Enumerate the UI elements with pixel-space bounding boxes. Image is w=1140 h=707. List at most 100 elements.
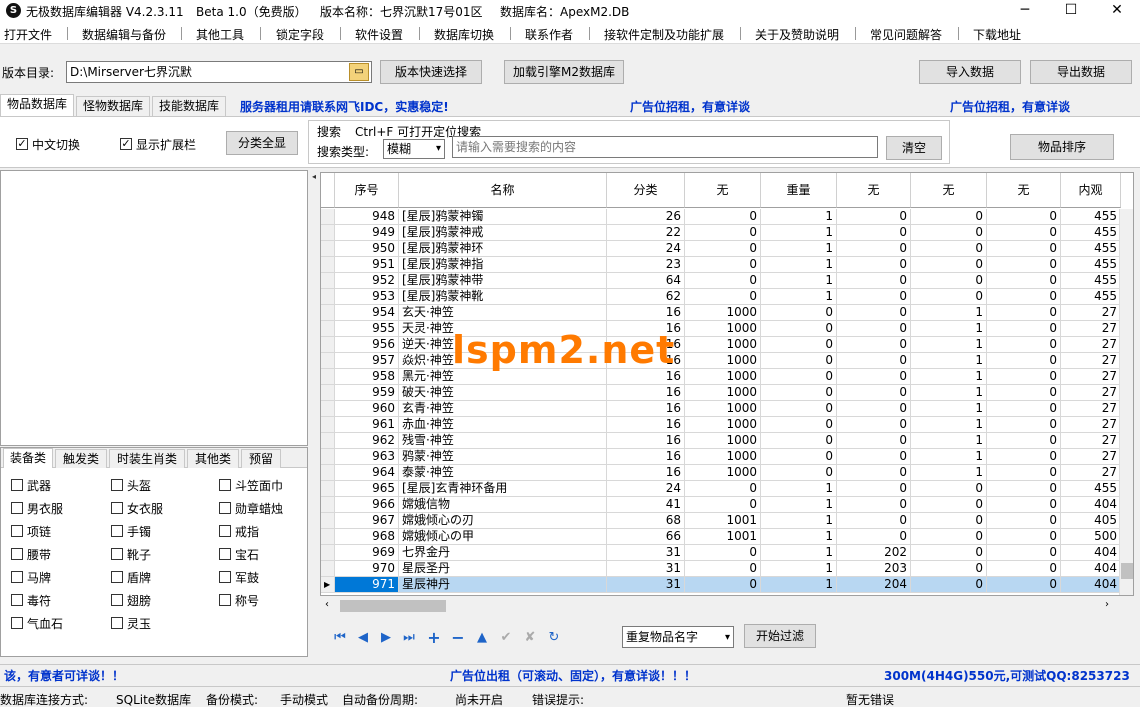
grid-cell[interactable]: 0 [837,369,911,385]
selected-row-cell[interactable]: 1 [761,577,837,593]
grid-cell[interactable]: 0 [837,353,911,369]
grid-cell[interactable]: 951 [335,257,399,273]
grid-cell[interactable]: 1 [911,305,987,321]
grid-column-header[interactable]: 名称 [399,173,607,208]
grid-cell[interactable]: 27 [1061,465,1121,481]
grid-cell[interactable]: 967 [335,513,399,529]
scroll-left-icon[interactable]: ‹ [325,599,329,610]
menu-lock-fields[interactable]: 锁定字段 [276,26,324,43]
grid-column-header[interactable]: 无 [837,173,911,208]
grid-cell[interactable]: 0 [837,481,911,497]
grid-cell[interactable]: 1 [761,561,837,577]
menu-db-switch[interactable]: 数据库切换 [434,26,494,43]
insert-record-icon[interactable]: + [426,630,442,646]
grid-cell[interactable]: 68 [607,513,685,529]
category-checkbox[interactable] [219,502,231,514]
row-indicator[interactable] [321,273,335,289]
grid-cell[interactable]: 0 [761,369,837,385]
item-data-grid[interactable]: 序号 名称 分类无重量无无无内观 948 [星辰]鸦蒙神镯 26 0 1 0 0 0 455 949[… [320,172,1134,596]
category-checkbox[interactable] [219,571,231,583]
grid-cell[interactable]: 1 [761,513,837,529]
grid-cell[interactable]: [星辰]鸦蒙神戒 [399,225,607,241]
grid-cell[interactable]: 0 [685,481,761,497]
grid-cell[interactable]: 0 [987,321,1061,337]
selected-row-cell[interactable]: 204 [837,577,911,593]
grid-cell[interactable]: 500 [1061,529,1121,545]
scroll-right-icon[interactable]: › [1105,599,1109,610]
grid-cell[interactable]: 0 [837,273,911,289]
tab-fashion[interactable]: 时装生肖类 [109,449,185,468]
grid-cell[interactable]: 64 [607,273,685,289]
row-indicator[interactable] [321,353,335,369]
grid-cell[interactable]: 961 [335,417,399,433]
grid-cell[interactable]: 0 [911,209,987,225]
grid-cell[interactable]: 嫦娥倾心の刃 [399,513,607,529]
first-record-icon[interactable]: ⏮ [332,630,348,646]
grid-cell[interactable]: 0 [837,289,911,305]
grid-cell[interactable]: 1000 [685,401,761,417]
menu-open-file[interactable]: 打开文件 [4,26,52,43]
grid-cell[interactable]: 赤血·神笠 [399,417,607,433]
category-checkbox[interactable] [11,548,23,560]
grid-cell[interactable]: 405 [1061,513,1121,529]
grid-cell[interactable]: 0 [987,481,1061,497]
menu-customize[interactable]: 接软件定制及功能扩展 [604,26,724,43]
close-button[interactable]: ✕ [1094,0,1140,22]
tab-reserved[interactable]: 预留 [241,449,281,468]
grid-cell[interactable]: 16 [607,465,685,481]
grid-cell[interactable]: [星辰]鸦蒙神环 [399,241,607,257]
tab-item-db[interactable]: 物品数据库 [0,94,74,116]
grid-cell[interactable]: 0 [911,561,987,577]
grid-cell[interactable]: 404 [1061,545,1121,561]
menu-faq[interactable]: 常见问题解答 [870,26,942,43]
grid-cell[interactable]: 0 [685,273,761,289]
grid-cell[interactable]: 0 [987,353,1061,369]
grid-cell[interactable]: 0 [685,561,761,577]
grid-cell[interactable]: 952 [335,273,399,289]
grid-cell[interactable]: 1001 [685,513,761,529]
tab-trigger[interactable]: 触发类 [55,449,107,468]
grid-cell[interactable]: 455 [1061,209,1121,225]
grid-cell[interactable]: 0 [837,433,911,449]
vertical-scroll-thumb[interactable] [1121,563,1133,579]
grid-cell[interactable]: 嫦娥倾心の甲 [399,529,607,545]
grid-cell[interactable]: 953 [335,289,399,305]
grid-column-header[interactable]: 内观 [1061,173,1121,208]
grid-cell[interactable]: 0 [761,321,837,337]
grid-cell[interactable]: 0 [987,385,1061,401]
grid-cell[interactable]: 26 [607,209,685,225]
grid-cell[interactable]: 27 [1061,369,1121,385]
quick-select-button[interactable]: 版本快速选择 [380,60,482,84]
grid-cell[interactable]: 0 [837,513,911,529]
menu-about[interactable]: 关于及赞助说明 [755,26,839,43]
grid-cell[interactable]: 1 [911,337,987,353]
vertical-scrollbar[interactable] [1119,209,1133,595]
item-tree-panel[interactable] [0,170,308,446]
grid-cell[interactable]: 0 [837,497,911,513]
category-checkbox[interactable] [11,479,23,491]
category-checkbox[interactable] [111,479,123,491]
search-input[interactable]: 请输入需要搜索的内容 [452,136,878,158]
grid-cell[interactable]: 1000 [685,385,761,401]
grid-cell[interactable]: 1 [761,529,837,545]
grid-cell[interactable]: 0 [987,289,1061,305]
grid-cell[interactable]: 16 [607,305,685,321]
minimize-button[interactable]: ─ [1002,0,1048,22]
last-record-icon[interactable]: ⏭ [401,630,417,646]
row-indicator[interactable] [321,225,335,241]
grid-cell[interactable]: 0 [987,273,1061,289]
grid-cell[interactable]: 0 [685,257,761,273]
category-checkbox[interactable] [219,525,231,537]
grid-cell[interactable]: 0 [761,433,837,449]
grid-cell[interactable]: 23 [607,257,685,273]
grid-cell[interactable]: 0 [987,305,1061,321]
grid-cell[interactable]: 1 [761,209,837,225]
row-indicator[interactable] [321,529,335,545]
grid-cell[interactable]: 1 [911,321,987,337]
grid-cell[interactable]: 0 [911,481,987,497]
grid-cell[interactable]: 玄天·神笠 [399,305,607,321]
grid-cell[interactable]: 1 [911,353,987,369]
grid-column-header[interactable]: 无 [987,173,1061,208]
grid-cell[interactable]: 965 [335,481,399,497]
grid-cell[interactable]: 970 [335,561,399,577]
